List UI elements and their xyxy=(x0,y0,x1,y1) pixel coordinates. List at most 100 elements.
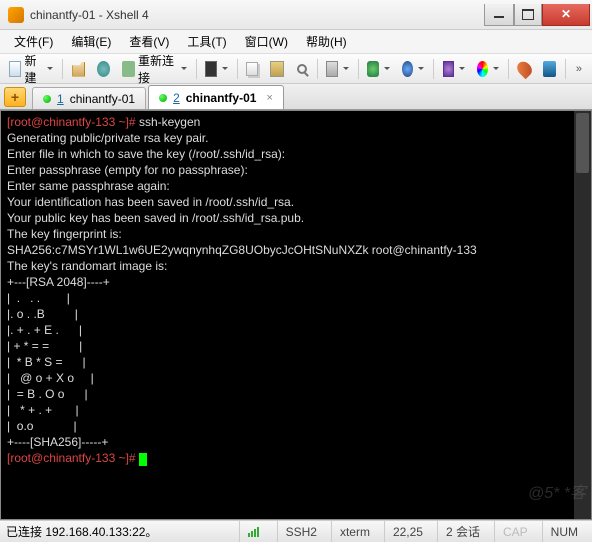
terminal-line: Your public key has been saved in /root/… xyxy=(7,211,304,225)
signal-icon xyxy=(248,527,259,537)
find-button[interactable] xyxy=(291,58,313,80)
globe-icon xyxy=(402,61,413,77)
new-icon xyxy=(9,61,21,77)
status-cursor-pos: 22,25 xyxy=(384,521,431,542)
menu-window[interactable]: 窗口(W) xyxy=(237,31,296,52)
find-icon xyxy=(297,64,307,74)
tab-0[interactable]: 1 chinantfy-01 xyxy=(32,87,146,109)
minimize-button[interactable] xyxy=(484,4,514,26)
print-icon xyxy=(326,61,337,77)
reconnect-button[interactable]: 重新连接 xyxy=(117,58,191,80)
terminal-line: | . . . | xyxy=(7,291,70,305)
status-num: NUM xyxy=(542,521,586,542)
connection-status: 已连接 192.168.40.133:22。 xyxy=(6,523,233,540)
status-dot-icon xyxy=(159,94,167,102)
terminal-line: Enter passphrase (empty for no passphras… xyxy=(7,163,248,177)
script-icon xyxy=(367,61,378,77)
cursor xyxy=(139,453,147,466)
prompt: [root@chinantfy-133 ~]# xyxy=(7,115,139,129)
tab-close-icon[interactable]: × xyxy=(266,92,272,104)
tab-1[interactable]: 2 chinantfy-01 × xyxy=(148,85,284,109)
status-termtype: xterm xyxy=(331,521,378,542)
terminal-line: The key fingerprint is: xyxy=(7,227,122,241)
terminal-line: Your identification has been saved in /r… xyxy=(7,195,294,209)
terminal-line: Generating public/private rsa key pair. xyxy=(7,131,208,145)
terminal-scrollbar[interactable] xyxy=(574,111,591,519)
session-button[interactable] xyxy=(538,58,561,80)
cursor-icon xyxy=(514,58,535,79)
status-signal xyxy=(239,521,271,542)
terminal-line: +---[RSA 2048]----+ xyxy=(7,275,110,289)
script-button[interactable] xyxy=(362,58,394,80)
separator xyxy=(62,59,63,79)
maximize-button[interactable] xyxy=(514,4,542,26)
separator xyxy=(317,59,318,79)
globe-button[interactable] xyxy=(397,58,429,80)
reconnect-label: 重新连接 xyxy=(138,52,176,86)
folder-icon xyxy=(72,61,85,77)
toolbar-overflow[interactable]: » xyxy=(570,63,588,75)
terminal-line: SHA256:c7MSYr1WL1w6UE2ywqnynhqZG8UObycJc… xyxy=(7,243,477,257)
status-dot-icon xyxy=(43,95,51,103)
paste-icon xyxy=(270,61,283,77)
separator xyxy=(565,59,566,79)
command: ssh-keygen xyxy=(139,115,200,129)
status-sessions: 2 会话 xyxy=(437,521,488,542)
encoding-button[interactable] xyxy=(438,58,470,80)
terminal-button[interactable] xyxy=(200,58,232,80)
copy-icon xyxy=(246,62,258,76)
encoding-icon xyxy=(443,61,454,77)
new-label: 新建 xyxy=(24,52,42,86)
link-icon xyxy=(97,61,110,77)
terminal-line: | = B . O o | xyxy=(7,387,88,401)
terminal-line: +----[SHA256]-----+ xyxy=(7,435,108,449)
connect-button[interactable] xyxy=(92,58,115,80)
color-scheme-button[interactable] xyxy=(472,58,504,80)
title-bar: chinantfy-01 - Xshell 4 xyxy=(0,0,592,30)
terminal-line: The key's randomart image is: xyxy=(7,259,167,273)
tab-bar: + 1 chinantfy-01 2 chinantfy-01 × xyxy=(0,84,592,110)
separator xyxy=(358,59,359,79)
terminal-icon xyxy=(205,61,216,77)
terminal-line: |. + . + E . | xyxy=(7,323,82,337)
menu-bar: 文件(F) 编辑(E) 查看(V) 工具(T) 窗口(W) 帮助(H) xyxy=(0,30,592,54)
terminal-line: | @ o + X o | xyxy=(7,371,94,385)
separator xyxy=(237,59,238,79)
scrollbar-thumb[interactable] xyxy=(576,113,589,173)
terminal-line: Enter same passphrase again: xyxy=(7,179,170,193)
menu-file[interactable]: 文件(F) xyxy=(6,31,61,52)
separator xyxy=(433,59,434,79)
highlight-button[interactable] xyxy=(513,58,536,80)
add-tab-button[interactable]: + xyxy=(4,87,26,107)
menu-tools[interactable]: 工具(T) xyxy=(179,31,234,52)
paste-button[interactable] xyxy=(265,58,288,80)
window-controls xyxy=(484,4,590,26)
terminal-line: | * B * S = | xyxy=(7,355,86,369)
tab-number: 1 xyxy=(57,92,64,106)
terminal-line: |. o . .B | xyxy=(7,307,78,321)
close-button[interactable] xyxy=(542,4,590,26)
terminal-line: | + * = = | xyxy=(7,339,82,353)
terminal-line: | * + . + | xyxy=(7,403,79,417)
menu-view[interactable]: 查看(V) xyxy=(121,31,177,52)
toolbar: 新建 重新连接 » xyxy=(0,54,592,84)
app-icon xyxy=(8,7,24,23)
new-button[interactable]: 新建 xyxy=(4,58,58,80)
tab-number: 2 xyxy=(173,91,180,105)
separator xyxy=(196,59,197,79)
print-button[interactable] xyxy=(321,58,353,80)
copy-button[interactable] xyxy=(241,58,263,80)
terminal-line: Enter file in which to save the key (/ro… xyxy=(7,147,285,161)
tab-label: chinantfy-01 xyxy=(186,91,257,105)
status-cap: CAP xyxy=(494,521,536,542)
window-title: chinantfy-01 - Xshell 4 xyxy=(30,8,484,22)
terminal-pane[interactable]: [root@chinantfy-133 ~]# ssh-keygen Gener… xyxy=(0,110,592,520)
prompt: [root@chinantfy-133 ~]# xyxy=(7,451,139,465)
open-button[interactable] xyxy=(67,58,90,80)
menu-help[interactable]: 帮助(H) xyxy=(298,31,355,52)
menu-edit[interactable]: 编辑(E) xyxy=(63,31,119,52)
status-bar: 已连接 192.168.40.133:22。 SSH2 xterm 22,25 … xyxy=(0,520,592,542)
color-icon xyxy=(477,61,488,77)
reconnect-icon xyxy=(122,61,135,77)
terminal-line: | o.o | xyxy=(7,419,77,433)
